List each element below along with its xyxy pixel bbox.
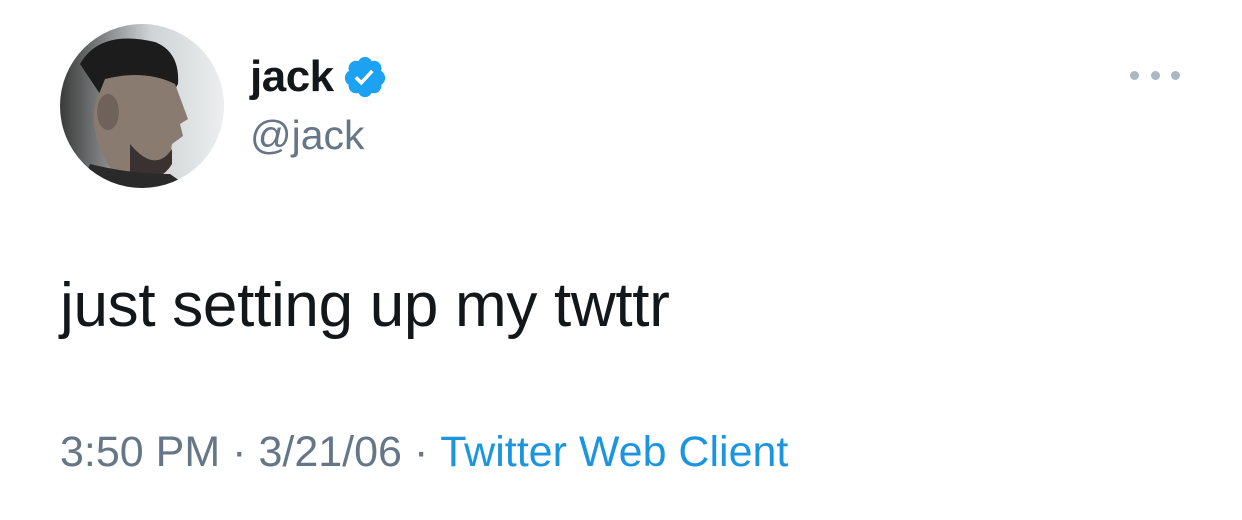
tweet-card: jack @jack just setting up my twttr 3:50… (0, 0, 1242, 520)
avatar-image (60, 24, 224, 188)
meta-separator: · (413, 428, 429, 476)
client-link[interactable]: Twitter Web Client (440, 428, 788, 476)
meta-separator: · (232, 428, 247, 476)
handle[interactable]: @jack (250, 108, 388, 162)
author-block: jack @jack (250, 50, 388, 162)
avatar[interactable] (60, 24, 224, 188)
tweet-text: just setting up my twttr (60, 271, 670, 340)
tweet-date[interactable]: 3/21/06 (258, 428, 401, 476)
dot (1150, 70, 1160, 80)
display-name[interactable]: jack (250, 50, 334, 104)
tweet-meta: 3:50 PM · 3/21/06 · Twitter Web Client (60, 425, 788, 479)
name-row: jack (250, 50, 388, 104)
dot (1130, 70, 1139, 80)
verified-badge-icon (342, 54, 388, 100)
tweet-time[interactable]: 3:50 PM (60, 428, 220, 476)
more-options-icon[interactable] (1130, 60, 1180, 90)
dot (1171, 70, 1180, 80)
